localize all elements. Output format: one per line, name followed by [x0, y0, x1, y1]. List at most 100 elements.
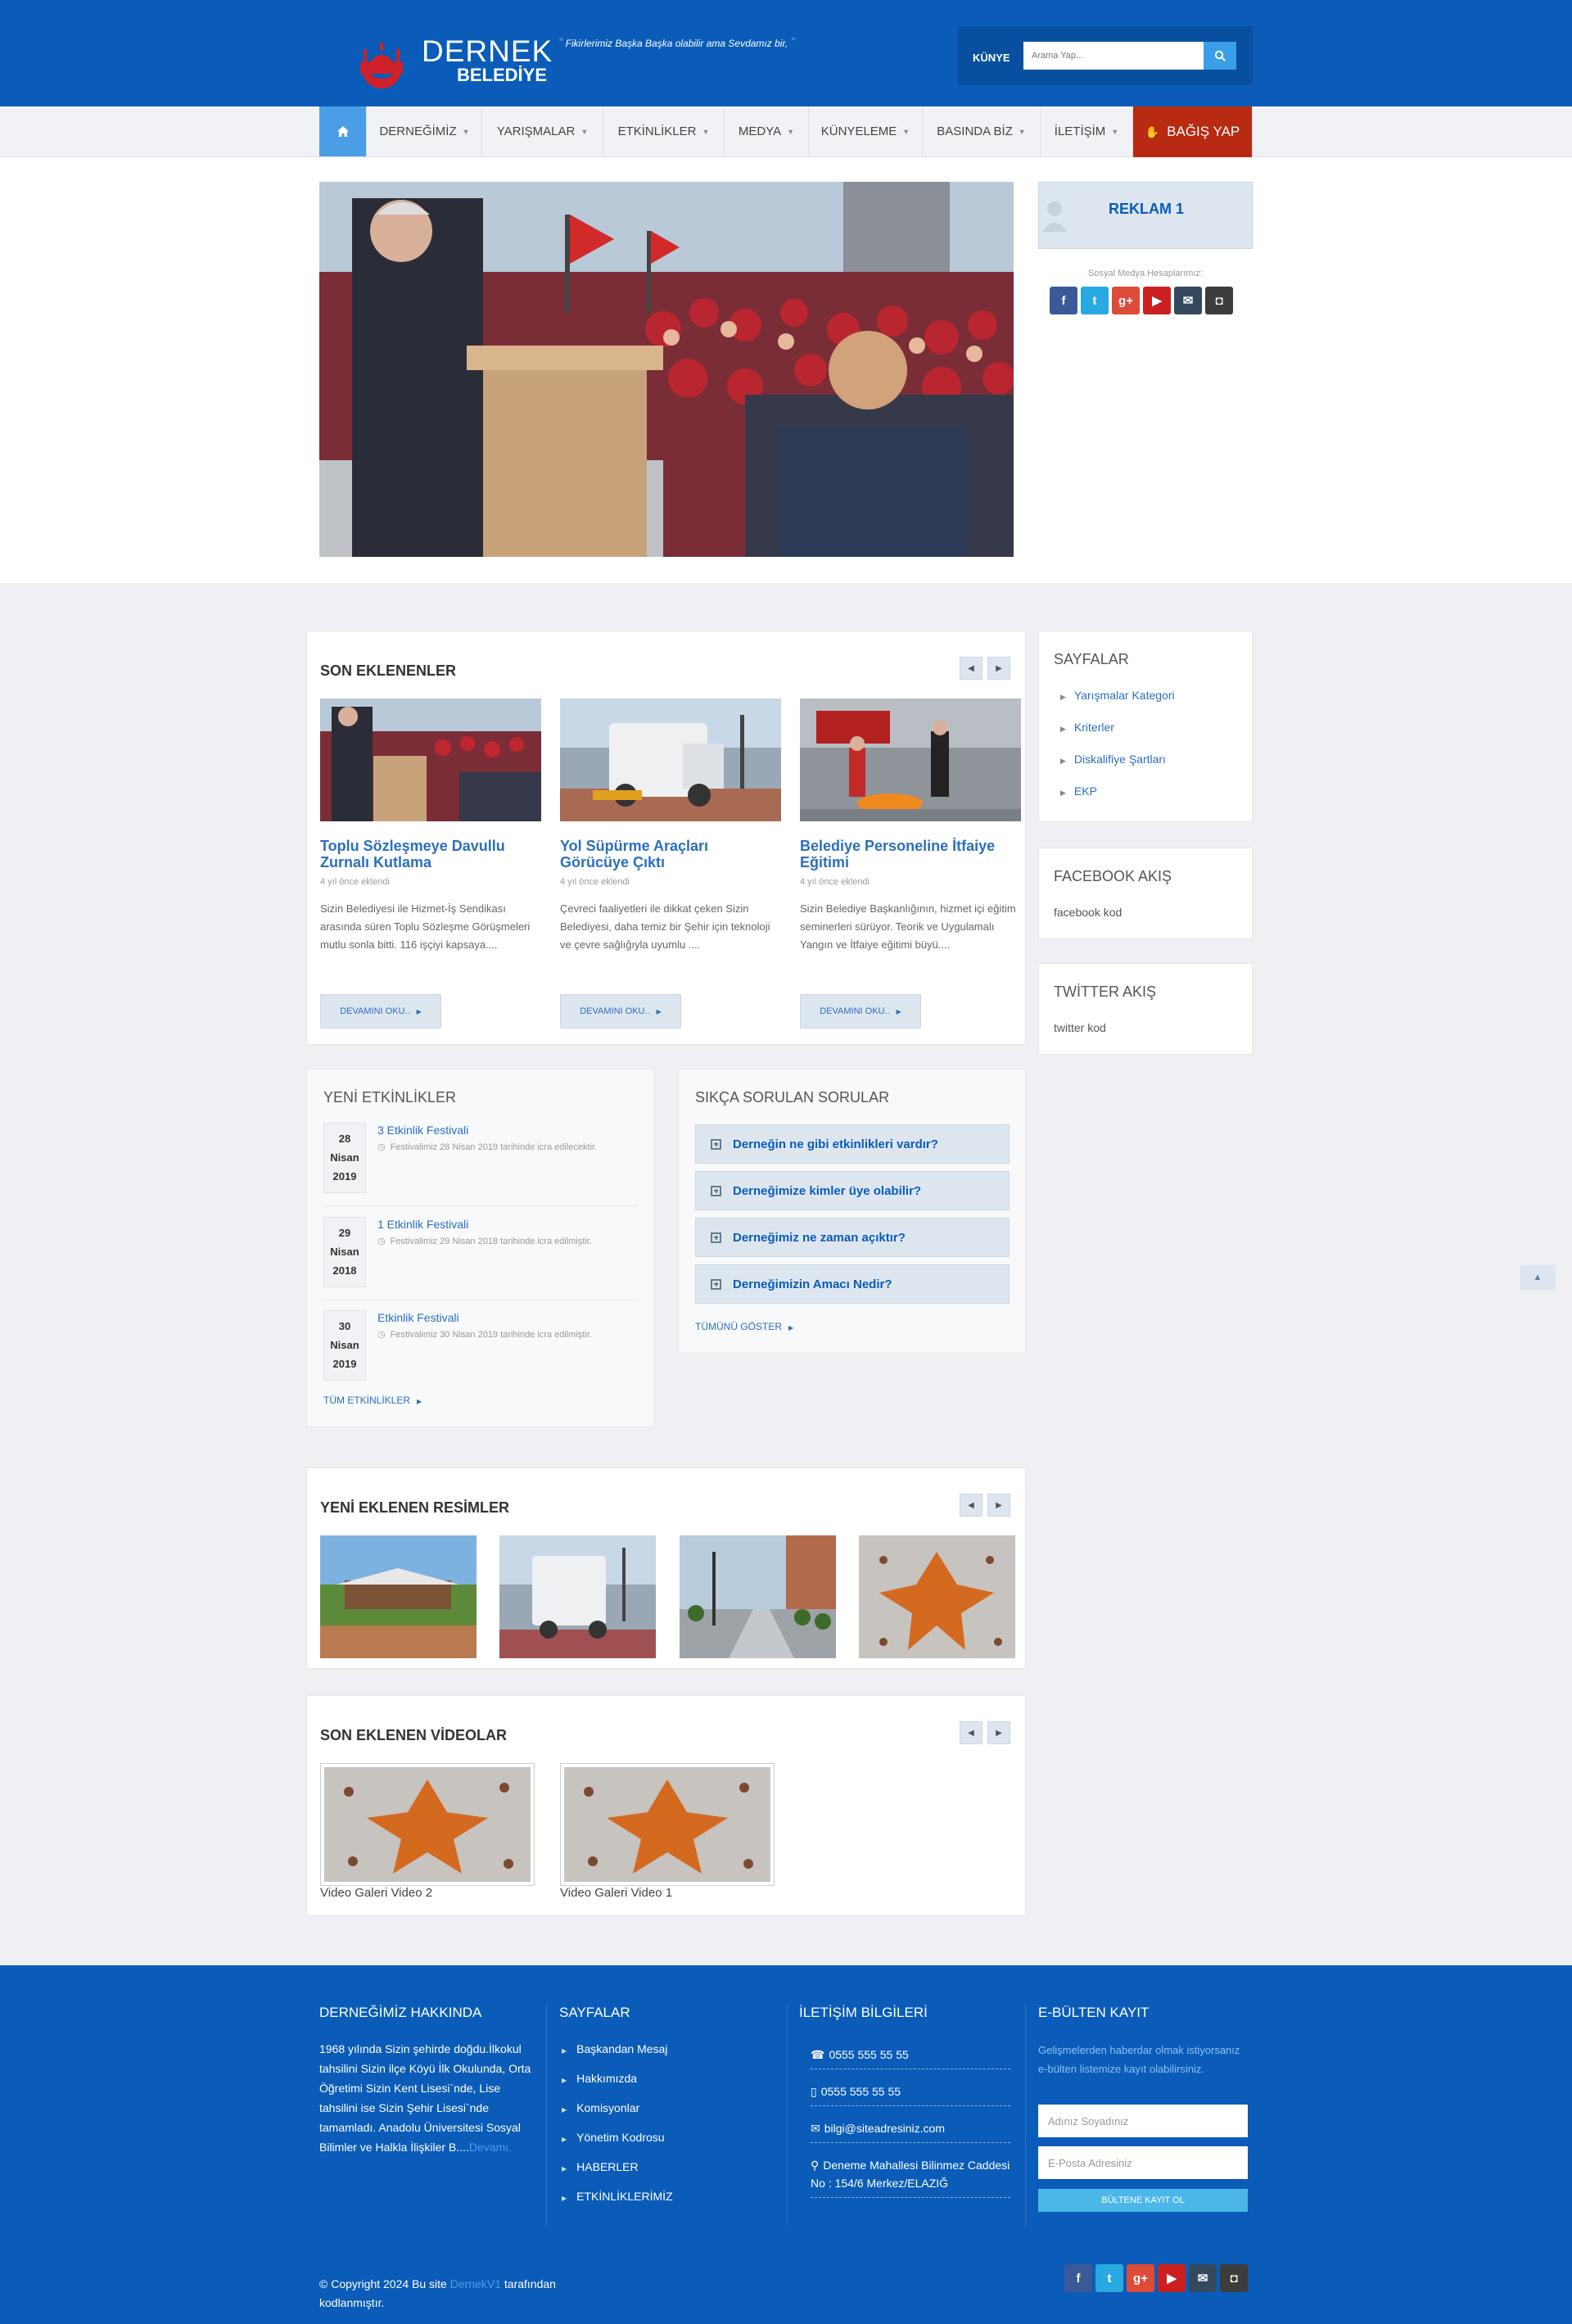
- video-thumb[interactable]: [320, 1763, 535, 1886]
- footer-social-buttons: f t g+ ▶ ✉ ◘: [1064, 2264, 1248, 2292]
- divider: [323, 1205, 638, 1206]
- sidebar-link[interactable]: ▶ Kriterler: [1060, 721, 1114, 734]
- footer-about-more[interactable]: Devamı.: [469, 2141, 512, 2154]
- news-title[interactable]: Belediye Personeline İtfaiye Eğitimi: [800, 838, 1021, 870]
- facebook-icon: f: [1061, 293, 1066, 308]
- video-caption[interactable]: Video Galeri Video 1: [560, 1886, 672, 1900]
- news-thumb[interactable]: [800, 699, 1021, 821]
- instagram-button[interactable]: ◘: [1205, 287, 1233, 314]
- event-day: 29: [338, 1227, 351, 1239]
- prev-button[interactable]: ◀: [960, 657, 982, 680]
- name-input[interactable]: Adınız Soyadınız: [1038, 2105, 1248, 2137]
- google-plus-icon: g+: [1133, 2271, 1148, 2286]
- pages-widget: SAYFALAR ▶ Yarışmalar Kategori ▶ Kriterler…: [1038, 631, 1253, 822]
- footer-link[interactable]: ▶ HABERLER: [562, 2160, 639, 2173]
- youtube-button[interactable]: ▶: [1158, 2264, 1186, 2292]
- event-title[interactable]: 1 Etkinlik Festivali: [377, 1218, 468, 1231]
- all-faq-link[interactable]: TÜMÜNÜ GÖSTER ▶: [695, 1321, 793, 1332]
- instagram-icon: ◘: [1215, 293, 1223, 308]
- subscribe-button[interactable]: BÜLTENE KAYIT OL: [1038, 2189, 1248, 2212]
- faq-item[interactable]: Derneğimizin Amacı Nedir?: [695, 1264, 1010, 1304]
- twitter-button[interactable]: t: [1081, 287, 1109, 314]
- youtube-button[interactable]: ▶: [1143, 287, 1171, 314]
- gallery-thumb[interactable]: [320, 1535, 477, 1658]
- read-more-button[interactable]: DEVAMINI OKU.. ▶: [800, 994, 921, 1029]
- instagram-button[interactable]: ◘: [1220, 2264, 1248, 2292]
- nav-kunyeleme[interactable]: KÜNYELEME ▼: [809, 106, 923, 156]
- twitter-button[interactable]: t: [1095, 2264, 1123, 2292]
- scroll-top-button[interactable]: ▲: [1520, 1265, 1556, 1290]
- gallery-thumb[interactable]: [680, 1535, 836, 1658]
- read-more-button[interactable]: DEVAMINI OKU.. ▶: [560, 994, 681, 1029]
- prev-button[interactable]: ◀: [960, 1721, 982, 1744]
- news-title[interactable]: Toplu Sözleşmeye Davullu Zurnalı Kutlama: [320, 838, 541, 870]
- ad-banner[interactable]: REKLAM 1: [1038, 182, 1253, 249]
- slogan: “ Fikirlerimiz Başka Başka olabilir ama …: [558, 36, 795, 51]
- search-icon: [1214, 50, 1226, 61]
- nav-etkinlikler[interactable]: ETKİNLİKLER ▼: [603, 106, 725, 156]
- next-button[interactable]: ▶: [987, 1494, 1010, 1517]
- gallery-thumb[interactable]: [859, 1535, 1015, 1658]
- read-more-button[interactable]: DEVAMINI OKU.. ▶: [320, 994, 441, 1029]
- news-thumb[interactable]: [560, 699, 781, 821]
- nav-yarismalar[interactable]: YARIŞMALAR ▼: [482, 106, 603, 156]
- search-button[interactable]: [1204, 42, 1236, 70]
- facebook-button[interactable]: f: [1050, 287, 1077, 314]
- nav-dernegimiz[interactable]: DERNEĞİMİZ ▼: [368, 106, 482, 156]
- newsletter-text: Gelişmelerden haberdar olmak istiyorsanı…: [1038, 2044, 1240, 2075]
- divider: [787, 2005, 788, 2226]
- next-button[interactable]: ▶: [987, 1721, 1010, 1744]
- nav-home[interactable]: [319, 106, 367, 156]
- all-events-link[interactable]: TÜM ETKİNLİKLER ▶: [323, 1395, 422, 1406]
- footer-link[interactable]: ▶ ETKİNLİKLERİMİZ: [562, 2190, 673, 2203]
- news-excerpt: Sizin Belediyesi ile Hizmet-İş Sendikası…: [320, 902, 531, 951]
- sidebar-link[interactable]: ▶ EKP: [1060, 784, 1097, 798]
- google-plus-button[interactable]: g+: [1112, 287, 1140, 314]
- nav-medya[interactable]: MEDYA ▼: [725, 106, 809, 156]
- next-button[interactable]: ▶: [987, 657, 1010, 680]
- prev-button[interactable]: ◀: [960, 1494, 982, 1517]
- hero-slider-image[interactable]: [319, 182, 1014, 557]
- sidebar-link[interactable]: ▶ Diskalifiye Şartları: [1060, 753, 1166, 766]
- search-input[interactable]: [1023, 42, 1204, 70]
- divider: [1025, 2005, 1026, 2226]
- footer-link[interactable]: ▶ Yönetim Kodrosu: [562, 2131, 665, 2144]
- arrow-left-icon: ◀: [968, 1500, 974, 1510]
- footer-link[interactable]: ▶ Başkandan Mesaj: [562, 2042, 667, 2055]
- copyright-brand[interactable]: DernekV1: [450, 2277, 501, 2290]
- social-label: Sosyal Medya Hesaplarımız:: [1088, 269, 1203, 278]
- section-title: YENİ ETKİNLİKLER: [323, 1089, 457, 1105]
- nav-iletisim[interactable]: İLETİŞİM ▼: [1041, 106, 1133, 156]
- video-thumb[interactable]: [560, 1763, 775, 1886]
- facebook-button[interactable]: f: [1064, 2264, 1092, 2292]
- footer-link[interactable]: ▶ Hakkımızda: [562, 2072, 637, 2085]
- google-plus-button[interactable]: g+: [1127, 2264, 1154, 2292]
- footer-link[interactable]: ▶ Komisyonlar: [562, 2101, 639, 2114]
- read-more-label: DEVAMINI OKU..: [820, 1006, 890, 1016]
- section-title: YENİ EKLENEN RESİMLER: [320, 1499, 510, 1516]
- nav-basinda-biz[interactable]: BASINDA BİZ ▼: [923, 106, 1041, 156]
- gallery-photo: [680, 1535, 836, 1658]
- news-meta: 4 yıl önce eklendi: [800, 877, 870, 887]
- mail-button[interactable]: ✉: [1174, 287, 1202, 314]
- faq-item[interactable]: Derneğin ne gibi etkinlikleri vardır?: [695, 1124, 1010, 1164]
- mail-button[interactable]: ✉: [1189, 2264, 1217, 2292]
- email-item[interactable]: ✉ bilgi@siteadresiniz.com: [811, 2119, 1010, 2143]
- email-input[interactable]: E-Posta Adresiniz: [1038, 2146, 1248, 2179]
- event-title[interactable]: Etkinlik Festivali: [377, 1311, 459, 1324]
- social-buttons: f t g+ ▶ ✉ ◘: [1050, 287, 1233, 314]
- news-thumb[interactable]: [320, 699, 541, 821]
- sidebar-link[interactable]: ▶ Yarışmalar Kategori: [1060, 689, 1175, 702]
- caret-right-icon: ▶: [1060, 789, 1066, 797]
- news-title[interactable]: Yol Süpürme Araçları Görücüye Çıktı: [560, 838, 781, 870]
- site-logo[interactable]: DERNEK BELEDİYE: [344, 33, 552, 90]
- video-caption[interactable]: Video Galeri Video 2: [320, 1886, 432, 1900]
- donate-button[interactable]: ✋ BAĞIŞ YAP: [1133, 106, 1253, 157]
- event-title[interactable]: 3 Etkinlik Festivali: [377, 1124, 468, 1137]
- gallery-thumb[interactable]: [499, 1535, 656, 1658]
- kunye-link[interactable]: KÜNYE: [973, 52, 1010, 64]
- faq-item[interactable]: Derneğimize kimler üye olabilir?: [695, 1171, 1010, 1210]
- phone-item: ☎ 0555 555 55 55: [811, 2046, 1010, 2069]
- faq-item[interactable]: Derneğimiz ne zaman açıktır?: [695, 1218, 1010, 1257]
- read-more-label: DEVAMINI OKU..: [340, 1006, 410, 1016]
